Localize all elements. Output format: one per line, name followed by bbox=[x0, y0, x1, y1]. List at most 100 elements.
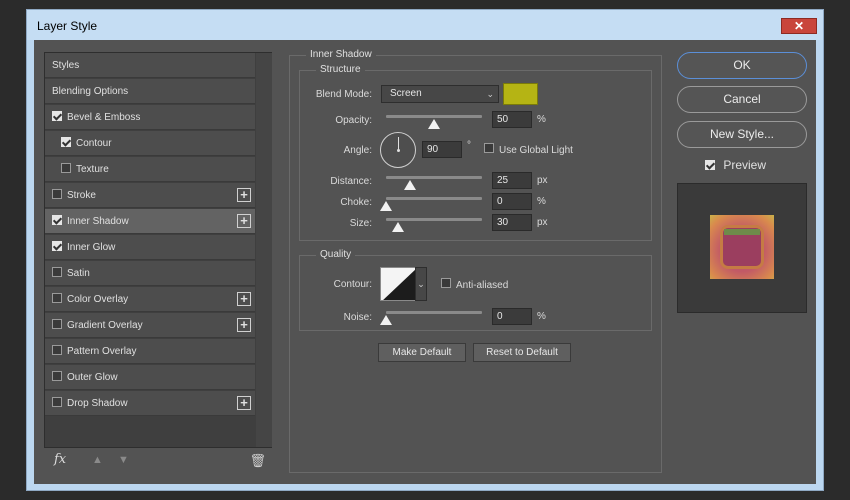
cancel-button[interactable]: Cancel bbox=[677, 86, 807, 113]
structure-title: Structure bbox=[316, 64, 365, 75]
angle-dial[interactable] bbox=[380, 132, 416, 168]
style-checkbox[interactable] bbox=[52, 241, 62, 252]
opacity-unit: % bbox=[537, 114, 546, 125]
noise-input[interactable]: 0 bbox=[492, 308, 532, 325]
preview-checkbox[interactable] bbox=[705, 159, 715, 170]
size-slider-thumb[interactable] bbox=[391, 222, 404, 232]
layer-style-dialog: Layer Style ✕ Styles Blending Options Beve… bbox=[26, 9, 824, 491]
style-list-item[interactable]: Pattern Overlay bbox=[45, 339, 255, 364]
blend-mode-label: Blend Mode: bbox=[315, 89, 372, 100]
choke-slider-thumb[interactable] bbox=[380, 201, 392, 211]
style-list-item[interactable]: Outer Glow bbox=[45, 365, 255, 390]
style-checkbox[interactable] bbox=[52, 371, 62, 382]
style-list-item-label: Stroke bbox=[67, 190, 96, 201]
anti-aliased-label: Anti-aliased bbox=[456, 280, 509, 291]
style-checkbox[interactable] bbox=[52, 267, 62, 278]
style-list-item[interactable]: Styles bbox=[45, 53, 255, 78]
style-list-item[interactable]: Inner Shadow + bbox=[45, 209, 255, 234]
style-list-item[interactable]: Blending Options bbox=[45, 79, 255, 104]
contour-dropdown-button[interactable]: ⌄ bbox=[415, 267, 427, 301]
anti-aliased-checkbox[interactable] bbox=[441, 278, 451, 288]
style-list-item[interactable]: Gradient Overlay + bbox=[45, 313, 255, 338]
style-checkbox[interactable] bbox=[52, 111, 62, 122]
style-list-item[interactable]: Satin bbox=[45, 261, 255, 286]
size-label: Size: bbox=[349, 218, 372, 229]
style-preview-box bbox=[677, 183, 807, 313]
move-down-icon[interactable]: ▼ bbox=[118, 454, 129, 466]
dialog-title: Layer Style bbox=[37, 19, 98, 33]
blend-mode-select[interactable]: Screen ⌄ bbox=[381, 85, 499, 103]
style-list-item[interactable]: Inner Glow bbox=[45, 235, 255, 260]
contour-preview[interactable] bbox=[380, 267, 416, 301]
preview-toggle[interactable]: Preview bbox=[705, 158, 766, 172]
close-button[interactable]: ✕ bbox=[781, 18, 817, 34]
styles-list: Styles Blending Options Bevel & Emboss Cont… bbox=[44, 52, 272, 448]
choke-input[interactable]: 0 bbox=[492, 193, 532, 210]
shadow-color-swatch[interactable] bbox=[503, 83, 538, 105]
inner-shadow-title: Inner Shadow bbox=[306, 49, 376, 60]
style-list-item-label: Gradient Overlay bbox=[67, 320, 143, 331]
style-list-item[interactable]: Contour bbox=[45, 131, 255, 156]
size-slider-track[interactable] bbox=[386, 218, 482, 221]
reset-to-default-button[interactable]: Reset to Default bbox=[473, 343, 571, 362]
style-checkbox[interactable] bbox=[52, 319, 62, 330]
use-global-light-checkbox[interactable] bbox=[484, 143, 494, 153]
style-list-item[interactable]: Color Overlay + bbox=[45, 287, 255, 312]
style-list-item[interactable]: Stroke + bbox=[45, 183, 255, 208]
choke-slider-track[interactable] bbox=[386, 197, 482, 200]
noise-label: Noise: bbox=[343, 312, 372, 323]
distance-input[interactable]: 25 bbox=[492, 172, 532, 189]
style-checkbox[interactable] bbox=[61, 163, 71, 174]
chevron-down-icon: ⌄ bbox=[486, 89, 494, 99]
style-checkbox[interactable] bbox=[52, 293, 62, 304]
style-list-item-label: Styles bbox=[52, 60, 80, 71]
add-effect-plus-icon[interactable]: + bbox=[237, 396, 251, 410]
make-default-button[interactable]: Make Default bbox=[378, 343, 466, 362]
angle-dial-center bbox=[397, 149, 400, 152]
styles-toolbar: fx ▲ ▼ 🗑 bbox=[46, 450, 270, 472]
distance-slider-thumb[interactable] bbox=[404, 180, 416, 190]
angle-input[interactable]: 90 bbox=[422, 141, 462, 158]
style-list-item[interactable]: Texture bbox=[45, 157, 255, 182]
opacity-slider-thumb[interactable] bbox=[428, 119, 440, 129]
opacity-slider-track[interactable] bbox=[386, 115, 482, 118]
ok-button[interactable]: OK bbox=[677, 52, 807, 79]
style-list-item-label: Inner Shadow bbox=[67, 216, 129, 227]
distance-slider-track[interactable] bbox=[386, 176, 482, 179]
style-checkbox[interactable] bbox=[52, 397, 62, 408]
structure-group: Structure Blend Mode: Screen ⌄ Opacity: … bbox=[299, 64, 652, 241]
style-list-item-label: Pattern Overlay bbox=[67, 346, 137, 357]
noise-slider-thumb[interactable] bbox=[380, 315, 392, 325]
style-list-item[interactable]: Drop Shadow + bbox=[45, 391, 255, 416]
style-list-item-label: Bevel & Emboss bbox=[67, 112, 141, 123]
size-unit: px bbox=[537, 217, 548, 228]
fx-icon[interactable]: fx bbox=[54, 452, 66, 467]
inner-shadow-section: Inner Shadow Structure Blend Mode: Scree… bbox=[289, 49, 662, 473]
style-preview-thumbnail bbox=[710, 215, 774, 279]
new-style-button[interactable]: New Style... bbox=[677, 121, 807, 148]
angle-unit: ° bbox=[467, 140, 471, 151]
angle-label: Angle: bbox=[343, 145, 372, 156]
style-checkbox[interactable] bbox=[61, 137, 71, 148]
style-checkbox[interactable] bbox=[52, 189, 62, 200]
dialog-client: Styles Blending Options Bevel & Emboss Cont… bbox=[34, 40, 816, 484]
style-list-item[interactable]: Bevel & Emboss bbox=[45, 105, 255, 130]
style-list-item-label: Color Overlay bbox=[67, 294, 129, 305]
add-effect-plus-icon[interactable]: + bbox=[237, 214, 251, 228]
trash-icon[interactable]: 🗑 bbox=[249, 453, 266, 469]
style-checkbox[interactable] bbox=[52, 345, 62, 356]
style-checkbox[interactable] bbox=[52, 215, 62, 226]
styles-list-scrollbar[interactable] bbox=[256, 53, 272, 447]
style-list-item-label: Drop Shadow bbox=[67, 398, 128, 409]
size-input[interactable]: 30 bbox=[492, 214, 532, 231]
style-list-item-label: Texture bbox=[76, 164, 109, 175]
contour-label: Contour: bbox=[333, 279, 372, 290]
move-up-icon[interactable]: ▲ bbox=[92, 454, 103, 466]
add-effect-plus-icon[interactable]: + bbox=[237, 318, 251, 332]
opacity-input[interactable]: 50 bbox=[492, 111, 532, 128]
noise-slider-track[interactable] bbox=[386, 311, 482, 314]
add-effect-plus-icon[interactable]: + bbox=[237, 292, 251, 306]
use-global-light-label: Use Global Light bbox=[499, 145, 573, 156]
style-list-item-label: Satin bbox=[67, 268, 90, 279]
add-effect-plus-icon[interactable]: + bbox=[237, 188, 251, 202]
